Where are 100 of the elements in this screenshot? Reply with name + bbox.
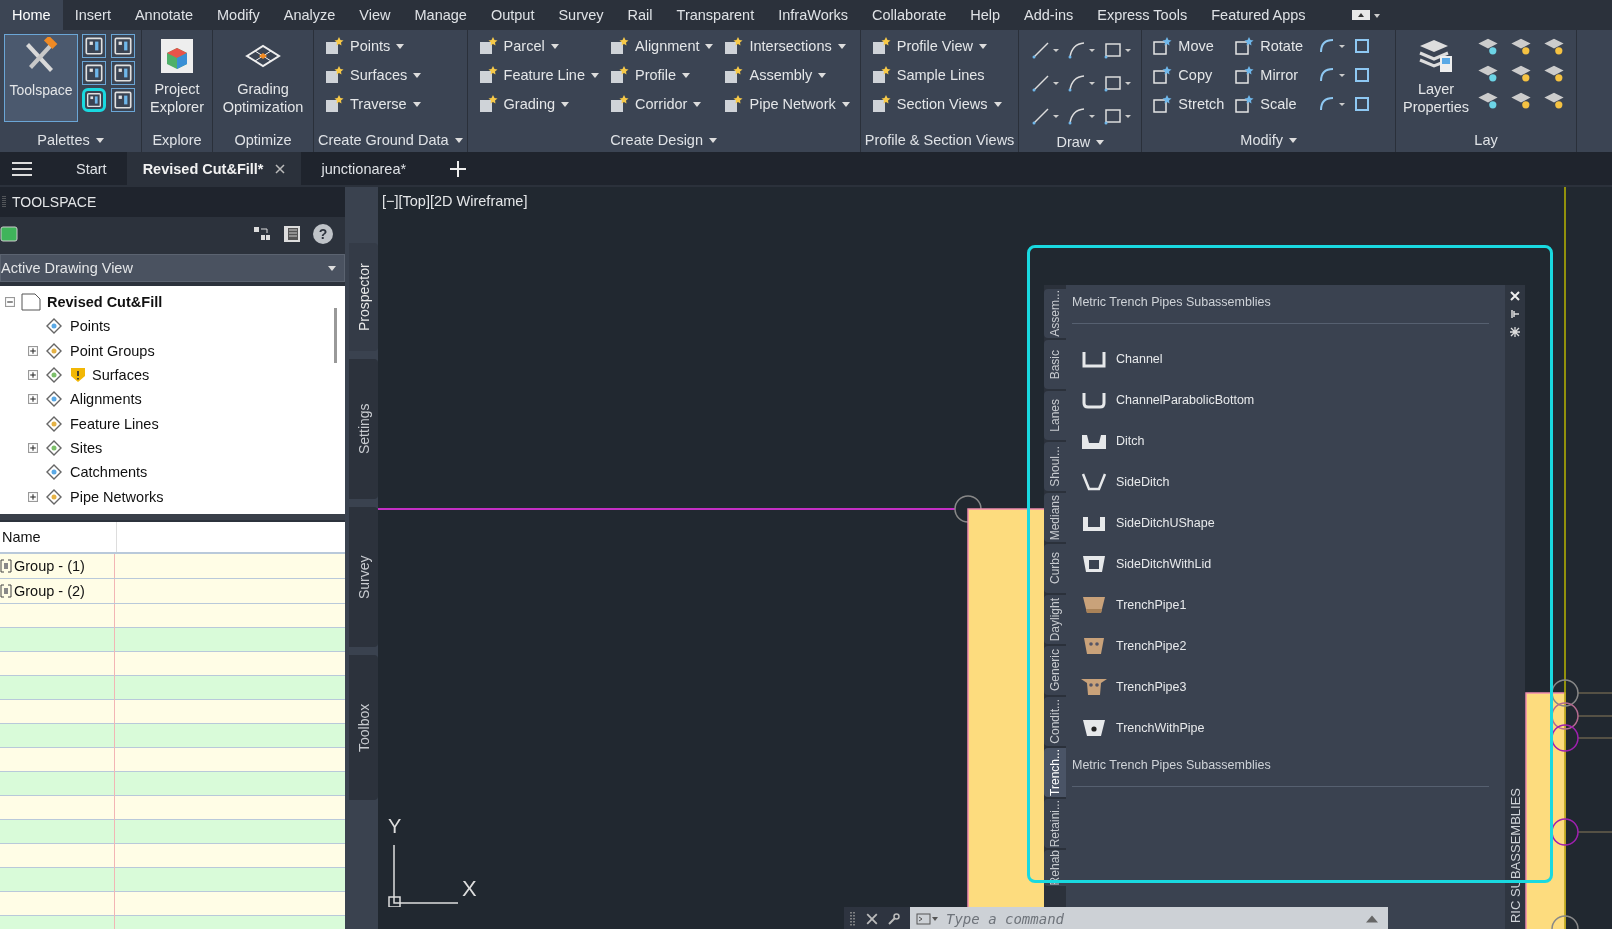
palette-tool[interactable]: TrenchPipe3 [1072,666,1489,707]
palette-tab[interactable]: Trench... [1044,748,1066,797]
viewport-label[interactable]: [−][Top][2D Wireframe] [382,193,528,209]
menu-tab[interactable]: Transparent [664,0,767,30]
document-tab[interactable]: Start [60,152,123,185]
toolspace-button[interactable]: Toolspace [4,34,78,122]
ribbon-tool-button[interactable]: Profile [609,63,714,87]
menu-tab[interactable]: Express Tools [1085,0,1200,30]
palette-tab[interactable]: Daylight [1044,595,1066,644]
ribbon-tool-button[interactable]: Corridor [609,92,714,116]
menu-tab[interactable]: Modify [205,0,272,30]
ribbon-tool-button[interactable]: Intersections [723,34,850,58]
panel-title[interactable]: Modify [1142,128,1396,152]
menu-tab[interactable]: Analyze [271,0,348,30]
panel-title[interactable]: Draw [1019,132,1142,152]
palette-tool-icon[interactable] [82,34,106,58]
side-tab[interactable]: Survey [349,507,378,647]
side-tab[interactable]: Toolbox [349,655,378,800]
menu-tab[interactable]: Survey [546,0,616,30]
palette-tool[interactable]: SideDitch [1072,461,1489,502]
ribbon-tool-button[interactable]: Section Views [870,92,1002,116]
palette-tab[interactable]: Medians [1044,493,1066,542]
menu-tab[interactable]: Add-ins [1012,0,1086,30]
menu-tab[interactable]: Help [958,0,1013,30]
expand-up-icon[interactable] [1366,913,1378,925]
palette-tab[interactable]: Generic [1044,646,1066,695]
palette-tool-icon[interactable] [82,88,106,112]
palette-tab[interactable]: Shoul... [1044,442,1066,491]
tree-item[interactable]: Surfaces [92,367,150,384]
menu-tab[interactable]: Manage [402,0,479,30]
expand-icon[interactable] [28,491,38,502]
panel-title[interactable]: Lay [1396,128,1577,152]
menu-tab[interactable]: InfraWorks [766,0,861,30]
tree-item[interactable]: Alignments [70,391,142,408]
draw-tool-icon[interactable] [1031,73,1062,93]
tree-item[interactable]: Feature Lines [70,415,159,432]
menu-tab[interactable]: Collaborate [860,0,959,30]
draw-tool-icon[interactable] [1031,40,1062,60]
menu-icon[interactable] [12,160,32,177]
grip-icon[interactable] [850,912,856,926]
cube-icon[interactable] [0,225,18,243]
draw-tool-icon[interactable] [1103,106,1134,126]
palette-tool[interactable]: Channel [1072,338,1489,379]
document-tab[interactable]: Revised Cut&Fill* [126,152,302,185]
ribbon-large-button[interactable]: Project Explorer [146,34,208,128]
pin-icon[interactable] [1510,309,1520,319]
palette-tool[interactable]: TrenchWithPipe [1072,707,1489,748]
ribbon-tool-button[interactable]: Move [1152,34,1225,58]
menu-tab[interactable]: Output [478,0,547,30]
view-dropdown[interactable]: Active Drawing View [0,254,345,282]
ribbon-large-button[interactable]: Grading Optimization [217,34,309,128]
palette-tool[interactable]: SideDitchUShape [1072,502,1489,543]
collapse-icon[interactable] [5,297,15,308]
draw-tool-icon[interactable] [1067,40,1098,60]
ribbon-tool-button[interactable]: Pipe Network [723,92,850,116]
expand-icon[interactable] [28,345,38,356]
command-input-bar[interactable]: Type a command [910,907,1388,929]
panel-title[interactable]: Palettes [0,128,141,152]
draw-tool-icon[interactable] [1103,73,1134,93]
palette-tool-icon[interactable] [111,61,135,85]
close-icon[interactable] [866,913,878,925]
palette-tool-icon[interactable] [111,88,135,112]
palette-tool[interactable]: TrenchPipe2 [1072,625,1489,666]
palette-tool[interactable]: Ditch [1072,420,1489,461]
ribbon-tool-button[interactable]: Feature Line [477,63,599,87]
settings-icon[interactable] [1510,327,1520,337]
tree-item[interactable]: Sites [70,439,103,456]
column-header[interactable]: Name [0,522,117,552]
grip-icon[interactable] [2,196,6,208]
ribbon-large-button[interactable]: Layer Properties [1400,34,1473,128]
tree-item[interactable]: Points [70,318,111,335]
ribbon-tool-button[interactable]: Profile View [870,34,1002,58]
ribbon-tool-button[interactable]: Grading [477,92,599,116]
panel-title[interactable]: Create Design [467,128,860,152]
panel-title[interactable]: Explore [142,128,212,152]
expand-icon[interactable] [28,370,38,381]
menu-tab[interactable]: Home [0,0,63,30]
draw-tool-icon[interactable] [1067,106,1098,126]
palette-tab[interactable]: Retaini... [1044,799,1066,848]
palette-tool[interactable]: ChannelParabolicBottom [1072,379,1489,420]
tree-item[interactable]: Revised Cut&Fill [47,294,163,311]
side-tab[interactable]: Prospector [349,243,378,351]
expand-icon[interactable] [28,394,38,405]
ribbon-tool-button[interactable]: Stretch [1152,92,1225,116]
scrollbar[interactable] [334,308,337,363]
document-tab[interactable]: junctionarea* [305,152,423,185]
help-button[interactable]: ? [313,224,333,244]
draw-tool-icon[interactable] [1067,73,1098,93]
palette-tool[interactable]: SideDitchWithLid [1072,543,1489,584]
draw-tool-icon[interactable] [1103,40,1134,60]
palette-tool[interactable]: TrenchPipe1 [1072,584,1489,625]
panel-title[interactable]: Create Ground Data [314,128,467,152]
palette-tab[interactable]: Basic [1044,340,1066,389]
draw-tool-icon[interactable] [1031,106,1062,126]
menu-tab[interactable]: Rail [615,0,665,30]
ribbon-tool-button[interactable]: Copy [1152,63,1225,87]
ribbon-tool-button[interactable]: Rotate [1234,34,1304,58]
ribbon-tool-button[interactable]: Mirror [1234,63,1304,87]
tree-item[interactable]: Catchments [70,464,148,481]
side-tab[interactable]: Settings [349,359,378,499]
